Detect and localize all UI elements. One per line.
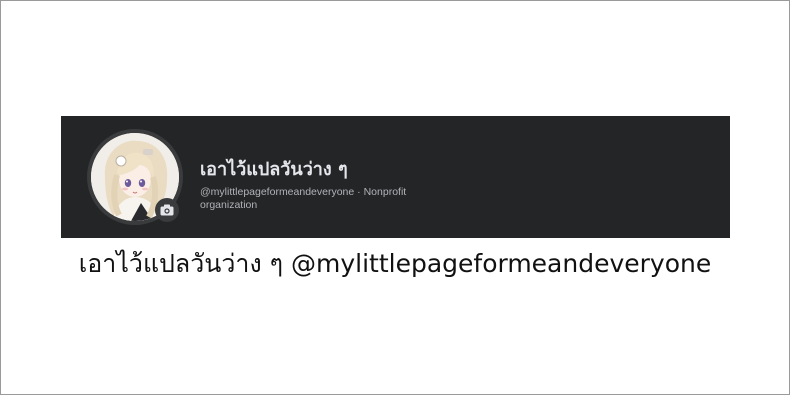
meta-separator: ·	[354, 186, 364, 198]
update-profile-picture-button[interactable]	[155, 198, 179, 222]
camera-icon	[160, 204, 174, 216]
caption-text: เอาไว้แปลวันว่าง ๆ @mylittlepageformeand…	[78, 249, 712, 278]
page-meta: @mylittlepageformeandeveryone · Nonprofi…	[200, 186, 450, 212]
page-profile-header: เอาไว้แปลวันว่าง ๆ @mylittlepageformeand…	[61, 116, 730, 238]
page-handle[interactable]: @mylittlepageformeandeveryone	[200, 186, 354, 198]
page-name: เอาไว้แปลวันว่าง ๆ	[200, 159, 348, 180]
